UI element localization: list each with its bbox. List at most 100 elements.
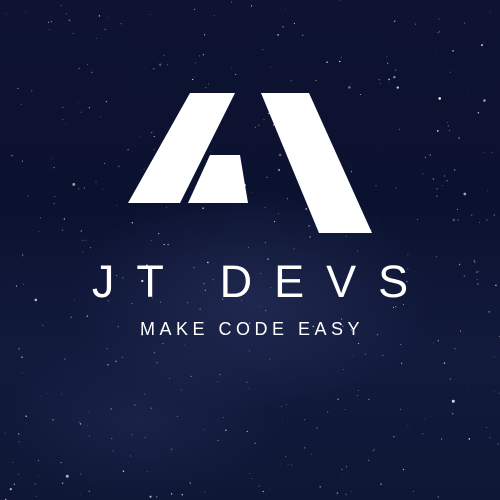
star [351, 491, 352, 492]
star [223, 417, 224, 418]
star [62, 106, 64, 108]
star [78, 421, 80, 423]
star [375, 185, 377, 187]
star [194, 76, 195, 78]
star [107, 17, 109, 19]
star [170, 493, 173, 495]
star [481, 44, 483, 47]
star [491, 152, 493, 154]
star [166, 64, 168, 66]
star [143, 393, 145, 395]
star [394, 69, 397, 72]
star [95, 181, 97, 183]
star [152, 68, 155, 70]
star [144, 437, 146, 438]
star [434, 52, 436, 54]
star [345, 235, 347, 237]
star [48, 28, 51, 30]
star [380, 483, 382, 485]
star [4, 432, 6, 434]
star [202, 54, 205, 56]
star [400, 343, 402, 346]
star [438, 18, 440, 20]
star [388, 78, 390, 81]
star [176, 415, 178, 417]
brand-name: JT DEVS [91, 256, 431, 307]
star [163, 243, 165, 246]
star [262, 490, 264, 493]
star [25, 423, 27, 424]
star [121, 356, 123, 358]
star [231, 1, 233, 3]
star [451, 399, 455, 403]
star [286, 404, 288, 406]
star [17, 87, 19, 90]
star [284, 8, 286, 10]
star [219, 374, 221, 376]
star [80, 473, 82, 475]
star [416, 219, 418, 221]
star [104, 28, 106, 31]
star [429, 154, 431, 156]
star [120, 23, 122, 25]
star [249, 473, 250, 474]
star [468, 91, 470, 92]
star [340, 0, 341, 1]
star [35, 495, 37, 497]
star [181, 389, 182, 391]
star [327, 411, 329, 413]
star [458, 137, 460, 139]
star [134, 404, 136, 406]
star [204, 491, 205, 493]
star [25, 11, 27, 13]
star [424, 156, 426, 158]
star [337, 398, 339, 400]
star [471, 214, 473, 216]
star [368, 459, 370, 461]
star [494, 356, 495, 358]
star [72, 182, 76, 186]
star [316, 427, 318, 429]
star [293, 248, 295, 250]
star [412, 490, 414, 492]
star [65, 13, 67, 15]
star [22, 372, 23, 374]
star [38, 231, 40, 232]
star [50, 21, 52, 23]
star [433, 342, 434, 344]
star [352, 354, 354, 356]
star [205, 87, 207, 89]
star [265, 309, 267, 311]
star [12, 462, 14, 463]
star [399, 408, 402, 411]
star [155, 496, 158, 498]
star [482, 152, 484, 153]
star [424, 418, 425, 420]
star [293, 22, 295, 24]
star [89, 435, 90, 437]
star [263, 368, 265, 370]
star [326, 61, 328, 63]
star [88, 490, 90, 492]
star [78, 187, 80, 190]
star [213, 15, 215, 17]
star [479, 221, 481, 223]
star [457, 219, 459, 221]
star [357, 342, 360, 345]
star [89, 247, 92, 249]
star [110, 408, 112, 410]
star [61, 229, 64, 231]
star [60, 462, 62, 464]
star [64, 358, 66, 360]
star [436, 195, 438, 197]
star [250, 5, 253, 7]
star [149, 14, 151, 15]
star [112, 450, 114, 452]
star [398, 128, 401, 131]
star [443, 362, 446, 364]
star [217, 79, 219, 80]
star [53, 166, 55, 169]
star [37, 460, 39, 462]
star [72, 32, 74, 34]
star [437, 31, 439, 34]
